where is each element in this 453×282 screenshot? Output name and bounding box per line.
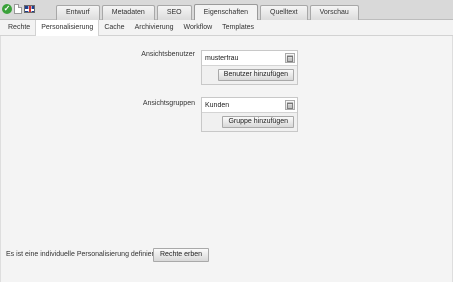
add-user-button[interactable]: Benutzer hinzufügen (217, 69, 294, 81)
tab-entwurf[interactable]: Entwurf (56, 5, 100, 20)
view-user-label: Ansichtsbenutzer (141, 51, 195, 58)
tab-quelltext[interactable]: Quelltext (260, 5, 308, 20)
subtab-rechte[interactable]: Rechte (3, 20, 35, 36)
add-group-button[interactable]: Gruppe hinzufügen (222, 116, 294, 128)
subtab-archivierung[interactable]: Archivierung (130, 20, 179, 36)
subtab-templates[interactable]: Templates (217, 20, 259, 36)
view-group-input[interactable] (202, 98, 284, 112)
status-icons: ✓ (2, 2, 35, 16)
top-tab-bar: ✓ Entwurf Metadaten SEO Eigenschaften Qu… (0, 0, 453, 21)
uk-flag-icon[interactable] (24, 5, 35, 13)
view-group-label: Ansichtsgruppen (142, 100, 195, 107)
inherit-rights-button[interactable]: Rechte erben (153, 248, 210, 262)
subtab-cache[interactable]: Cache (99, 20, 129, 36)
subtab-personalisierung[interactable]: Personalisierung (35, 20, 100, 37)
sub-tab-bar: Rechte Personalisierung Cache Archivieru… (0, 20, 453, 37)
trash-icon[interactable] (285, 53, 295, 63)
tab-seo[interactable]: SEO (156, 5, 192, 20)
document-icon[interactable] (14, 4, 22, 14)
tab-eigenschaften[interactable]: Eigenschaften (193, 4, 258, 21)
check-icon[interactable]: ✓ (2, 4, 12, 14)
tab-vorschau[interactable]: Vorschau (309, 5, 359, 20)
personalization-status-text: Es ist eine individuelle Personalisierun… (6, 251, 158, 258)
trash-icon[interactable] (285, 100, 295, 110)
view-user-box: Benutzer hinzufügen (201, 50, 298, 85)
personalization-panel: Ansichtsbenutzer Benutzer hinzufügen Ans… (0, 36, 453, 282)
view-user-input[interactable] (202, 51, 284, 65)
view-group-box: Gruppe hinzufügen (201, 97, 298, 132)
tab-metadaten[interactable]: Metadaten (101, 5, 155, 20)
main-tabs: Entwurf Metadaten SEO Eigenschaften Quel… (54, 3, 359, 21)
subtab-workflow[interactable]: Workflow (179, 20, 218, 36)
